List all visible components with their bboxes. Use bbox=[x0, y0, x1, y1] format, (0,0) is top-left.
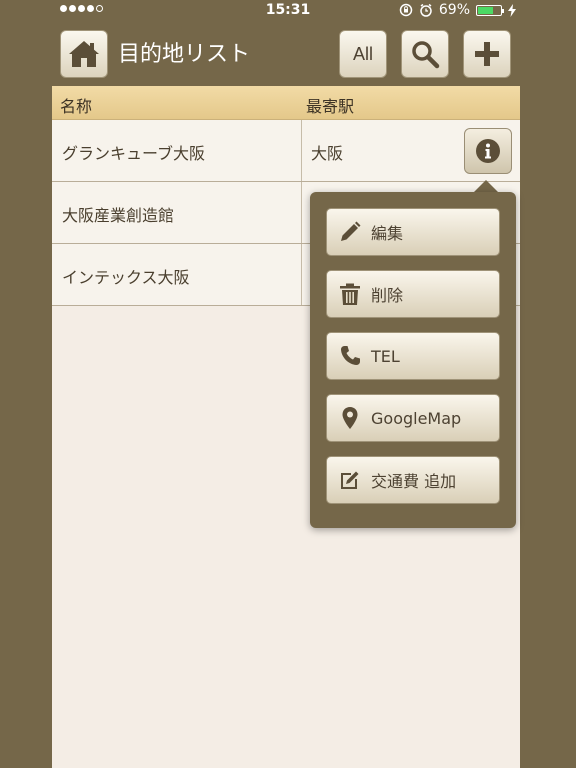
delete-label: 削除 bbox=[371, 286, 404, 305]
search-button[interactable] bbox=[401, 30, 449, 78]
alarm-icon bbox=[420, 3, 432, 17]
table-row[interactable]: グランキューブ大阪 大阪 bbox=[52, 120, 520, 182]
edit-box-icon bbox=[341, 471, 359, 489]
column-header-station: 最寄駅 bbox=[306, 97, 355, 116]
add-button[interactable] bbox=[463, 30, 511, 78]
column-header-name: 名称 bbox=[60, 97, 93, 116]
row-name: 大阪産業創造館 bbox=[62, 206, 175, 225]
add-transport-cost-label: 交通費 追加 bbox=[371, 472, 457, 491]
charging-icon bbox=[508, 3, 516, 17]
plus-icon bbox=[475, 42, 499, 66]
row-station: 大阪 bbox=[311, 144, 344, 163]
tel-button[interactable]: TEL bbox=[326, 332, 500, 380]
map-pin-icon bbox=[342, 407, 358, 429]
all-button[interactable]: All bbox=[339, 30, 387, 78]
column-divider bbox=[301, 120, 302, 181]
trash-icon bbox=[340, 283, 360, 305]
info-button[interactable] bbox=[464, 128, 512, 174]
row-name: インテックス大阪 bbox=[62, 268, 190, 287]
home-button[interactable] bbox=[60, 30, 108, 78]
action-popover: 編集 削除 TEL GoogleMap 交通費 追加 bbox=[310, 192, 516, 528]
home-icon bbox=[69, 41, 99, 67]
nav-bar: 目的地リスト All bbox=[0, 22, 576, 86]
table-header: 名称 最寄駅 bbox=[52, 86, 520, 120]
phone-icon bbox=[341, 346, 360, 365]
page-title: 目的地リスト bbox=[118, 42, 251, 67]
rotation-lock-icon bbox=[399, 3, 413, 17]
edit-button[interactable]: 編集 bbox=[326, 208, 500, 256]
column-divider bbox=[301, 244, 302, 305]
row-name: グランキューブ大阪 bbox=[62, 144, 206, 163]
edit-label: 編集 bbox=[371, 224, 404, 243]
battery-icon bbox=[476, 4, 504, 16]
search-icon bbox=[412, 41, 440, 69]
googlemap-label: GoogleMap bbox=[371, 408, 462, 428]
status-bar: 15:31 69% bbox=[0, 0, 576, 22]
battery-percent: 69% bbox=[438, 2, 470, 18]
all-button-label: All bbox=[352, 43, 373, 64]
add-transport-cost-button[interactable]: 交通費 追加 bbox=[326, 456, 500, 504]
googlemap-button[interactable]: GoogleMap bbox=[326, 394, 500, 442]
popover-arrow bbox=[474, 180, 498, 192]
tel-label: TEL bbox=[371, 346, 400, 366]
column-divider bbox=[301, 182, 302, 243]
info-icon bbox=[476, 139, 500, 163]
delete-button[interactable]: 削除 bbox=[326, 270, 500, 318]
pencil-icon bbox=[341, 221, 361, 241]
